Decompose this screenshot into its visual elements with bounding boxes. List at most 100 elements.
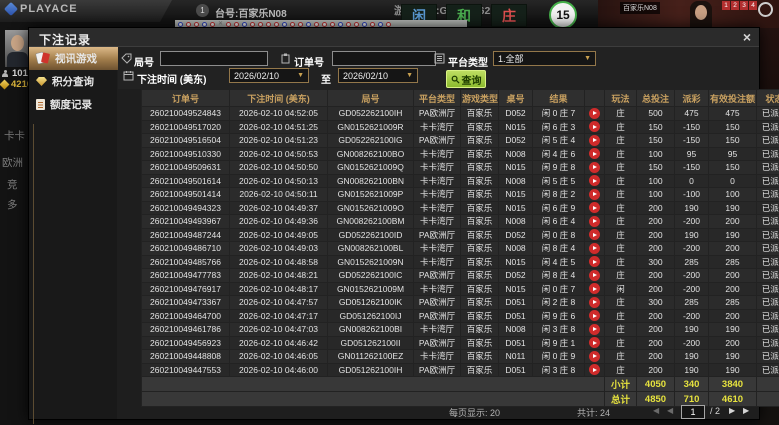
modal-header: 下注记录 ×	[29, 28, 759, 47]
cell-time: 2026-02-10 04:47:03	[229, 322, 328, 337]
cell-payout: 475	[674, 106, 709, 121]
cell-platform: PA欧洲厅	[413, 335, 461, 350]
cell-platform: 卡卡湾厅	[413, 281, 461, 296]
page-number-input[interactable]	[681, 405, 705, 419]
seat-number: 3	[740, 1, 748, 10]
cell-table: D052	[498, 268, 533, 283]
cell-round: GD051262100IH	[327, 362, 414, 377]
cell-status: 已派彩	[756, 173, 779, 188]
filter-bar: 局号 订单号 平台类型 1.全部 ▼ 下注时间 (美东) 2026/02/10 …	[118, 47, 759, 89]
chevron-down-icon: ▼	[406, 72, 413, 79]
cell-game: 百家乐	[460, 308, 499, 323]
cell-valid: 190	[708, 227, 757, 242]
replay-icon[interactable]	[589, 337, 600, 349]
cell-time: 2026-02-10 04:48:21	[229, 268, 328, 283]
table-row: 260210049473367 2026-02-10 04:47:57 GD0512…	[141, 295, 779, 310]
replay-icon[interactable]	[589, 364, 600, 376]
search-button[interactable]: 查询	[446, 70, 486, 88]
cell-status: 已派彩	[756, 187, 779, 202]
first-page-button[interactable]: ◀	[653, 406, 659, 415]
cell-result: 闲 5 庄 5	[532, 173, 585, 188]
sidebar-item-label: 视讯游戏	[55, 53, 97, 65]
replay-icon[interactable]	[589, 215, 600, 227]
close-icon[interactable]: ×	[743, 29, 751, 46]
sidebar-item-diamond[interactable]: 积分查询	[29, 70, 117, 93]
cell-replay	[584, 308, 605, 323]
replay-icon[interactable]	[589, 107, 600, 119]
cell-bet: 200	[636, 349, 675, 364]
replay-icon[interactable]	[589, 202, 600, 214]
cell-bet: 100	[636, 173, 675, 188]
prev-page-button[interactable]: ◀	[667, 406, 673, 415]
cell-time: 2026-02-10 04:46:05	[229, 349, 328, 364]
column-header: 状态	[756, 89, 779, 107]
replay-icon[interactable]	[589, 283, 600, 295]
cell-platform: 卡卡湾厅	[413, 146, 461, 161]
cell-table: D051	[498, 295, 533, 310]
cell-time: 2026-02-10 04:46:00	[229, 362, 328, 377]
cell-result: 闲 8 庄 4	[532, 268, 585, 283]
cell-status: 已派彩	[756, 160, 779, 175]
lobby-item-fragment[interactable]: 多	[7, 197, 25, 212]
cell-platform: 卡卡湾厅	[413, 349, 461, 364]
last-page-button[interactable]: ▶	[743, 406, 749, 415]
table-number-label: 台号:百家乐N08	[215, 9, 287, 20]
replay-icon[interactable]	[589, 350, 600, 362]
cell-platform: 卡卡湾厅	[413, 322, 461, 337]
bet-button-3[interactable]: 庄	[491, 4, 527, 27]
cell-valid: 200	[708, 308, 757, 323]
cell-replay	[584, 335, 605, 350]
replay-icon[interactable]	[589, 323, 600, 335]
round-filter-input[interactable]	[160, 51, 268, 66]
replay-icon[interactable]	[589, 175, 600, 187]
cell-table: N015	[498, 160, 533, 175]
replay-icon[interactable]	[589, 256, 600, 268]
cell-bet: 300	[636, 254, 675, 269]
sidebar-item-cards[interactable]: 视讯游戏	[29, 47, 132, 70]
lobby-item-fragment[interactable]: 欧洲	[2, 155, 26, 170]
cell-payout: 190	[674, 200, 709, 215]
cell-replay	[584, 295, 605, 310]
pagination-bar: 每页显示: 20 共计: 24 ◀ ◀ / 2 ▶ ▶	[29, 404, 759, 419]
replay-icon[interactable]	[589, 134, 600, 146]
cell-round: GD051262100IK	[327, 295, 414, 310]
lobby-item-fragment[interactable]: 卡卡	[4, 128, 26, 143]
date-from-select[interactable]: 2026/02/10 ▼	[229, 68, 309, 83]
cell-play: 庄	[604, 335, 637, 350]
replay-icon[interactable]	[589, 310, 600, 322]
cell-round: GN0152621009M	[327, 281, 414, 296]
cell-result: 闲 4 庄 6	[532, 146, 585, 161]
cell-valid: 150	[708, 160, 757, 175]
next-page-button[interactable]: ▶	[729, 406, 735, 415]
cell-valid: 95	[708, 146, 757, 161]
cell-payout: -100	[674, 187, 709, 202]
table-row: 260210049516504 2026-02-10 04:51:23 GD0522…	[141, 133, 779, 148]
replay-icon[interactable]	[589, 296, 600, 308]
replay-icon[interactable]	[589, 121, 600, 133]
date-to-label: 至	[321, 75, 331, 86]
power-icon[interactable]	[758, 2, 773, 17]
table-row: 260210049510330 2026-02-10 04:50:53 GN0082…	[141, 146, 779, 161]
replay-icon[interactable]	[589, 242, 600, 254]
sidebar-item-doc[interactable]: 额度记录	[29, 93, 117, 116]
cell-payout: 190	[674, 322, 709, 337]
screen: PLAYACE 1 台号:百家乐N08 游戏局号:GN008262100BR 闲…	[0, 0, 779, 425]
cell-game: 百家乐	[460, 173, 499, 188]
date-to-select[interactable]: 2026/02/10 ▼	[338, 68, 418, 83]
cell-status: 已派彩	[756, 227, 779, 242]
column-header: 派彩	[674, 89, 709, 107]
cell-order: 260210049516504	[141, 133, 230, 148]
replay-icon[interactable]	[589, 188, 600, 200]
cell-round: GN0152621009O	[327, 200, 414, 215]
platform-select[interactable]: 1.全部 ▼	[493, 51, 596, 66]
lobby-item-fragment[interactable]: 竞	[7, 177, 25, 192]
replay-icon[interactable]	[589, 148, 600, 160]
cell-bet: 500	[636, 106, 675, 121]
seat-number: 2	[731, 1, 739, 10]
column-header: 结果	[532, 89, 585, 107]
cell-play: 庄	[604, 254, 637, 269]
order-filter-input[interactable]	[332, 51, 436, 66]
replay-icon[interactable]	[589, 269, 600, 281]
replay-icon[interactable]	[589, 161, 600, 173]
replay-icon[interactable]	[589, 229, 600, 241]
